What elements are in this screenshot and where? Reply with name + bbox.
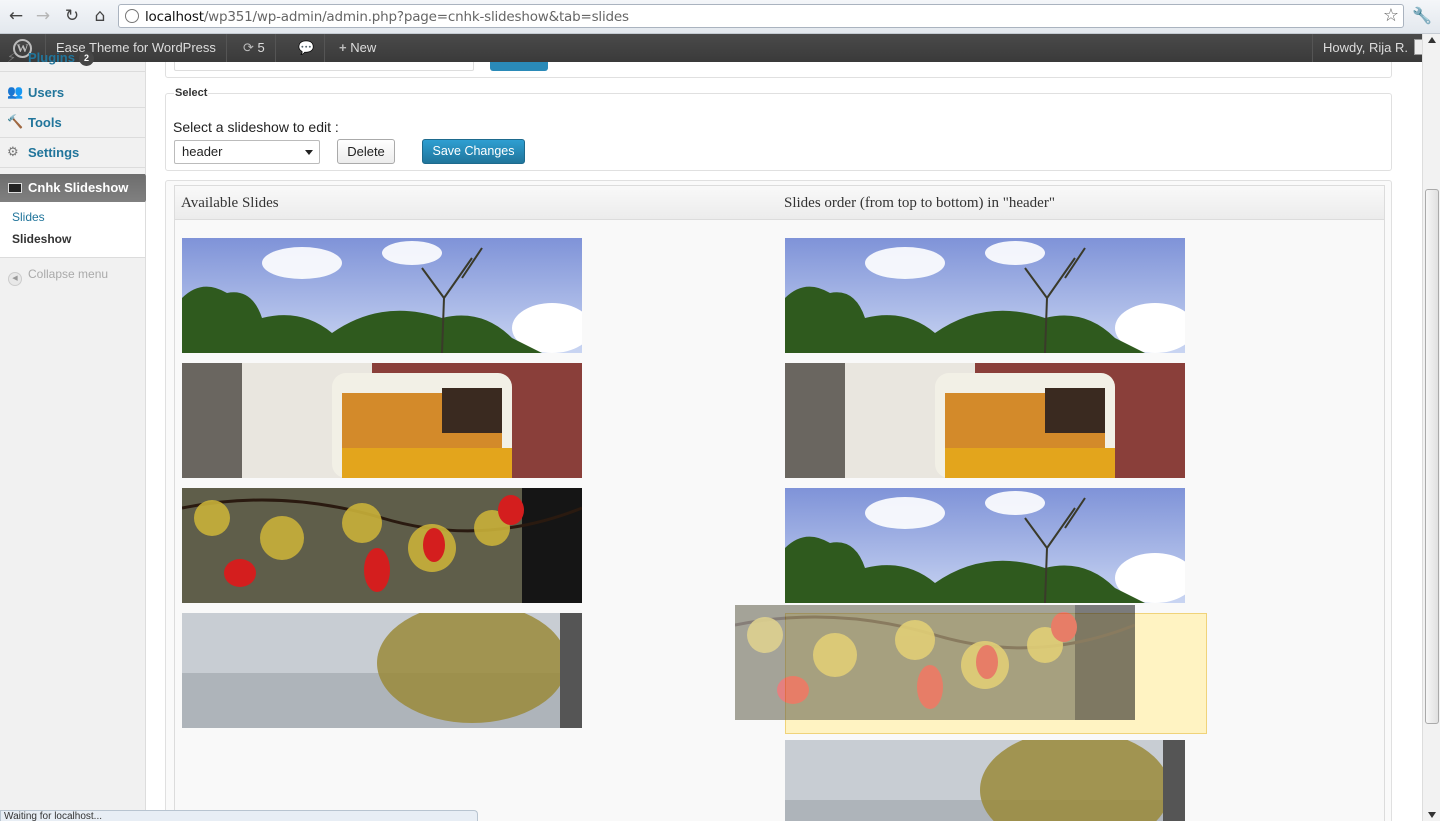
add-slideshow-button[interactable] (490, 62, 548, 71)
order-slide-tram[interactable] (785, 363, 1185, 478)
collapse-arrow-icon: ◀ (8, 272, 22, 286)
available-slide-tram[interactable] (182, 363, 582, 478)
save-changes-button[interactable]: Save Changes (422, 139, 525, 164)
updates-link[interactable]: ⟳ 5 (233, 34, 276, 62)
slide-image (735, 605, 1135, 720)
back-arrow-icon[interactable]: ← (5, 6, 27, 26)
submenu-item-slideshow[interactable]: Slideshow (12, 232, 71, 246)
updates-icon: ⟳ (243, 41, 254, 56)
bookmark-star-icon[interactable]: ☆ (1383, 5, 1399, 26)
slide-image (785, 238, 1185, 353)
available-slide-willow[interactable] (182, 613, 582, 728)
delete-button[interactable]: Delete (337, 139, 395, 164)
home-icon[interactable]: ⌂ (89, 6, 111, 26)
scrollbar-thumb[interactable] (1425, 189, 1439, 724)
settings-icon: ⚙ (7, 145, 19, 160)
slides-panel: Available Slides Slides order (from top … (165, 180, 1392, 821)
new-content-link[interactable]: + New (329, 34, 386, 62)
browser-toolbar: ← → ↻ ⌂ localhost/wp351/wp-admin/admin.p… (0, 0, 1440, 34)
browser-status-bar: Waiting for localhost... (0, 810, 478, 821)
fieldset-legend: Select (174, 87, 209, 99)
admin-sidebar: ⚡ Plugins 2 👥 Users 🔨 Tools ⚙ Settings Cnhk S… (0, 50, 153, 821)
submenu: Slides Slideshow (0, 202, 145, 258)
users-icon: 👥 (7, 85, 24, 100)
slide-image (182, 488, 582, 603)
collapse-menu-button[interactable]: ◀ Collapse menu (8, 267, 108, 286)
scroll-down-icon[interactable] (1428, 812, 1436, 818)
select-slideshow-fieldset: Select Select a slideshow to edit : head… (165, 87, 1392, 171)
slideshow-select[interactable]: header (174, 140, 320, 164)
slide-image (182, 363, 582, 478)
sidebar-item-plugins[interactable]: ⚡ Plugins 2 (0, 48, 145, 72)
dropdown-arrow-icon (305, 150, 313, 155)
sidebar-item-cnhk-slideshow[interactable]: Cnhk Slideshow (0, 174, 153, 202)
available-slides-title: Available Slides (181, 195, 279, 211)
wrench-icon[interactable]: 🔧 (1412, 6, 1432, 25)
forward-arrow-icon[interactable]: → (32, 6, 54, 26)
monitor-icon (8, 183, 22, 193)
available-slide-sky-trees[interactable] (182, 238, 582, 353)
reload-icon[interactable]: ↻ (61, 6, 83, 26)
select-label: Select a slideshow to edit : (173, 119, 339, 135)
available-slide-lanterns[interactable] (182, 488, 582, 603)
slide-image (785, 740, 1185, 821)
sidebar-item-users[interactable]: 👥 Users (0, 78, 145, 108)
add-slideshow-box (165, 62, 1392, 78)
order-slide-willow[interactable] (785, 740, 1185, 821)
scroll-up-icon[interactable] (1428, 37, 1436, 43)
slide-image (785, 363, 1185, 478)
comment-icon: 💬 (298, 41, 315, 56)
plus-icon: + (339, 40, 347, 55)
slide-image (785, 488, 1185, 603)
page-icon (125, 9, 139, 23)
page-scrollbar[interactable] (1422, 34, 1440, 821)
account-menu[interactable]: Howdy, Rija R. (1311, 34, 1440, 62)
sidebar-item-tools[interactable]: 🔨 Tools (0, 108, 145, 138)
slide-image (182, 613, 582, 728)
comments-link[interactable]: 💬 (288, 34, 325, 62)
slides-panel-inner: Available Slides Slides order (from top … (174, 185, 1385, 821)
sidebar-item-settings[interactable]: ⚙ Settings (0, 138, 145, 168)
plugin-icon: ⚡ (7, 51, 17, 66)
plugins-update-badge: 2 (78, 51, 94, 66)
new-slideshow-input[interactable] (174, 62, 474, 71)
dragging-slide-lanterns[interactable] (735, 605, 1135, 720)
slides-order-title: Slides order (from top to bottom) in "he… (784, 195, 1055, 211)
url-text: localhost/wp351/wp-admin/admin.php?page=… (145, 9, 629, 25)
slides-panel-header: Available Slides Slides order (from top … (175, 186, 1384, 220)
submenu-item-slides[interactable]: Slides (12, 210, 45, 224)
slide-image (182, 238, 582, 353)
tools-icon: 🔨 (7, 115, 24, 130)
order-slide-sky-trees-2[interactable] (785, 488, 1185, 603)
address-bar[interactable]: localhost/wp351/wp-admin/admin.php?page=… (118, 4, 1404, 28)
admin-bar: W Ease Theme for WordPress ⟳ 5 💬 + New H… (0, 34, 1440, 62)
main-content: Select Select a slideshow to edit : head… (146, 62, 1422, 821)
order-slide-sky-trees[interactable] (785, 238, 1185, 353)
